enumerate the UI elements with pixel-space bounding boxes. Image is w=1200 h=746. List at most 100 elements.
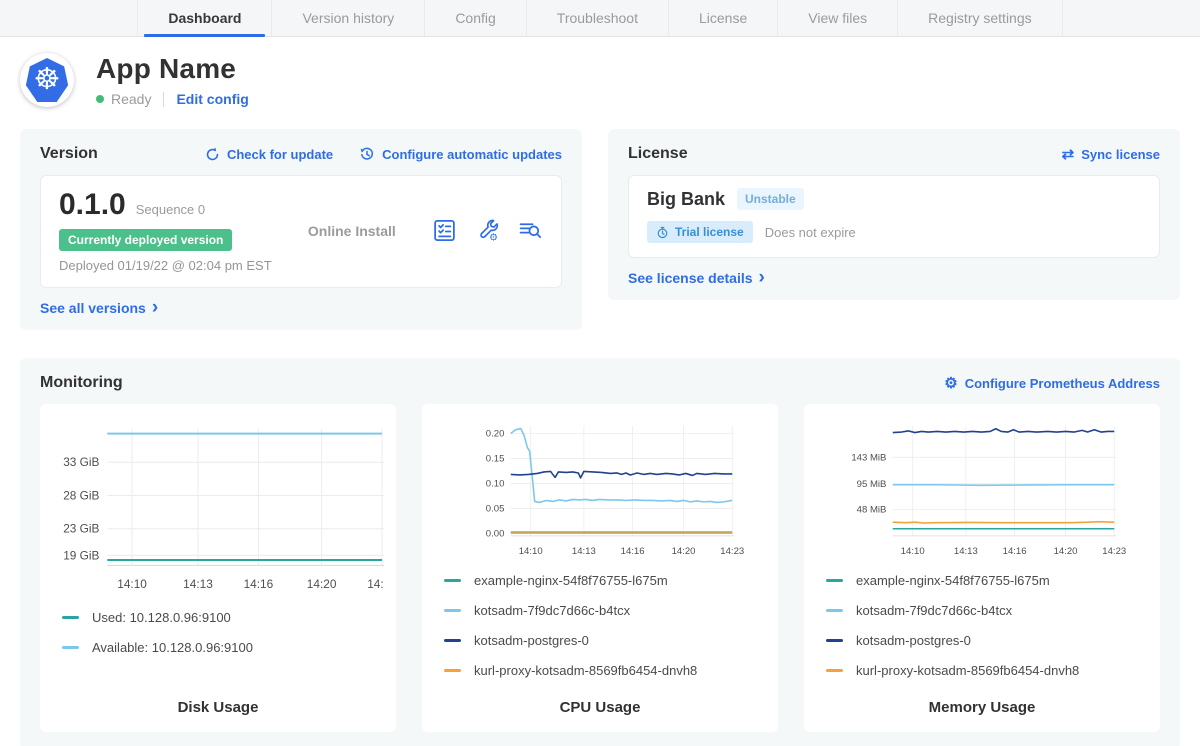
legend-item: kotsadm-7f9dc7d66c-b4tcx	[444, 603, 766, 618]
chart-title: CPU Usage	[434, 693, 766, 716]
legend-item: example-nginx-54f8f76755-l675m	[826, 573, 1148, 588]
current-version-row: 0.1.0 Sequence 0 Currently deployed vers…	[40, 175, 562, 288]
legend-color-dash	[444, 669, 461, 672]
tab-view-files[interactable]: View files	[777, 0, 897, 36]
divider	[163, 92, 164, 107]
tab-troubleshoot[interactable]: Troubleshoot	[526, 0, 668, 36]
config-wrench-icon[interactable]: ⚙	[475, 218, 500, 243]
legend-label: kurl-proxy-kotsadm-8569fb6454-dnvh8	[856, 663, 1079, 678]
refresh-icon	[205, 147, 220, 162]
install-type-label: Online Install	[308, 223, 396, 239]
legend-item: kotsadm-postgres-0	[826, 633, 1148, 648]
svg-text:33 GiB: 33 GiB	[63, 455, 99, 469]
legend-label: kurl-proxy-kotsadm-8569fb6454-dnvh8	[474, 663, 697, 678]
clock-arrow-icon	[359, 146, 375, 162]
gear-icon: ⚙	[944, 376, 957, 391]
top-nav: Dashboard Version history Config Trouble…	[0, 0, 1200, 37]
legend-item: Available: 10.128.0.96:9100	[62, 640, 384, 655]
check-for-update-button[interactable]: Check for update	[205, 147, 333, 162]
legend-color-dash	[826, 579, 843, 582]
legend-color-dash	[826, 639, 843, 642]
svg-text:14:13: 14:13	[572, 546, 596, 557]
svg-text:0.10: 0.10	[486, 479, 505, 490]
legend-label: kotsadm-7f9dc7d66c-b4tcx	[474, 603, 630, 618]
svg-text:14:23: 14:23	[1102, 546, 1126, 557]
see-all-versions-link[interactable]: See all versions ›	[40, 300, 562, 316]
kots-dashboard-page: Dashboard Version history Config Trouble…	[0, 0, 1200, 746]
deployed-timestamp: Deployed 01/19/22 @ 02:04 pm EST	[59, 258, 272, 273]
svg-text:14:20: 14:20	[307, 577, 337, 591]
sync-license-button[interactable]: ⇄ Sync license	[1062, 147, 1160, 162]
legend-label: Used: 10.128.0.96:9100	[92, 610, 231, 625]
status-dot-icon	[96, 95, 104, 103]
svg-text:23 GiB: 23 GiB	[63, 522, 99, 536]
tab-config[interactable]: Config	[424, 0, 525, 36]
legend-label: Available: 10.128.0.96:9100	[92, 640, 253, 655]
svg-text:0.20: 0.20	[486, 429, 505, 440]
version-card-title: Version	[40, 145, 98, 163]
kubernetes-icon: ☸	[25, 58, 69, 102]
svg-text:14:10: 14:10	[519, 546, 543, 557]
memory-usage-chart: 14:1014:1314:1614:2014:2348 MiB95 MiB143…	[816, 418, 1148, 563]
chart-legend: example-nginx-54f8f76755-l675m kotsadm-7f…	[444, 573, 766, 693]
license-card: License ⇄ Sync license Big Bank Unstable	[608, 129, 1180, 300]
legend-color-dash	[62, 616, 79, 619]
svg-text:14:16: 14:16	[1003, 546, 1027, 557]
svg-text:14:13: 14:13	[954, 546, 978, 557]
configure-prometheus-button[interactable]: ⚙ Configure Prometheus Address	[944, 376, 1160, 391]
svg-text:14:16: 14:16	[244, 577, 274, 591]
customer-name: Big Bank	[647, 189, 725, 210]
svg-text:14:16: 14:16	[621, 546, 645, 557]
configure-automatic-updates-button[interactable]: Configure automatic updates	[359, 146, 562, 162]
legend-label: kotsadm-postgres-0	[474, 633, 589, 648]
monitoring-title: Monitoring	[40, 374, 123, 392]
legend-color-dash	[444, 609, 461, 612]
svg-text:19 GiB: 19 GiB	[63, 548, 99, 562]
legend-item: kurl-proxy-kotsadm-8569fb6454-dnvh8	[826, 663, 1148, 678]
legend-item: kotsadm-postgres-0	[444, 633, 766, 648]
svg-text:14:13: 14:13	[183, 577, 213, 591]
view-logs-icon[interactable]	[518, 218, 543, 243]
version-card: Version Check for update	[20, 129, 582, 330]
chart-title: Memory Usage	[816, 693, 1148, 716]
chevron-right-icon: ›	[152, 302, 158, 314]
svg-text:28 GiB: 28 GiB	[63, 488, 99, 502]
disk-usage-card: 14:10 14:13 14:16 14:20 14:23 19 GiB 23 GiB 28 …	[40, 404, 396, 732]
chart-legend: example-nginx-54f8f76755-l675mkotsadm-7f…	[826, 573, 1148, 693]
edit-config-link[interactable]: Edit config	[176, 91, 248, 107]
see-license-details-link[interactable]: See license details ›	[628, 270, 1160, 286]
cpu-usage-card: 14:1014:1314:1614:2014:230.000.050.100.1…	[422, 404, 778, 732]
legend-label: kotsadm-postgres-0	[856, 633, 971, 648]
app-header: ☸ App Name Ready Edit config	[20, 37, 1180, 119]
legend-color-dash	[62, 646, 79, 649]
svg-text:14:20: 14:20	[1054, 546, 1078, 557]
stopwatch-icon	[656, 226, 669, 239]
svg-text:14:10: 14:10	[117, 577, 147, 591]
page-title: App Name	[96, 53, 249, 85]
chevron-right-icon: ›	[759, 272, 765, 284]
disk-usage-chart: 14:10 14:13 14:16 14:20 14:23 19 GiB 23 GiB 28 …	[52, 418, 384, 600]
sequence-label: Sequence 0	[136, 202, 205, 217]
tab-registry-settings[interactable]: Registry settings	[897, 0, 1062, 36]
version-number: 0.1.0	[59, 188, 126, 222]
chart-title: Disk Usage	[52, 693, 384, 716]
svg-text:14:23: 14:23	[367, 577, 384, 591]
status-text: Ready	[111, 91, 151, 107]
legend-label: example-nginx-54f8f76755-l675m	[474, 573, 668, 588]
preflight-checks-icon[interactable]	[432, 218, 457, 243]
license-card-title: License	[628, 145, 688, 163]
memory-usage-card: 14:1014:1314:1614:2014:2348 MiB95 MiB143…	[804, 404, 1160, 732]
svg-text:0.00: 0.00	[486, 529, 505, 540]
tab-dashboard[interactable]: Dashboard	[137, 0, 271, 36]
svg-text:95 MiB: 95 MiB	[857, 479, 887, 490]
expiry-text: Does not expire	[765, 225, 856, 240]
cpu-usage-chart: 14:1014:1314:1614:2014:230.000.050.100.1…	[434, 418, 766, 563]
trial-license-badge: Trial license	[647, 221, 753, 243]
svg-text:⚙: ⚙	[489, 233, 498, 244]
svg-text:14:23: 14:23	[720, 546, 744, 557]
svg-text:143 MiB: 143 MiB	[851, 452, 886, 463]
tab-version-history[interactable]: Version history	[271, 0, 424, 36]
svg-text:0.05: 0.05	[486, 504, 505, 515]
legend-color-dash	[444, 639, 461, 642]
tab-license[interactable]: License	[668, 0, 777, 36]
